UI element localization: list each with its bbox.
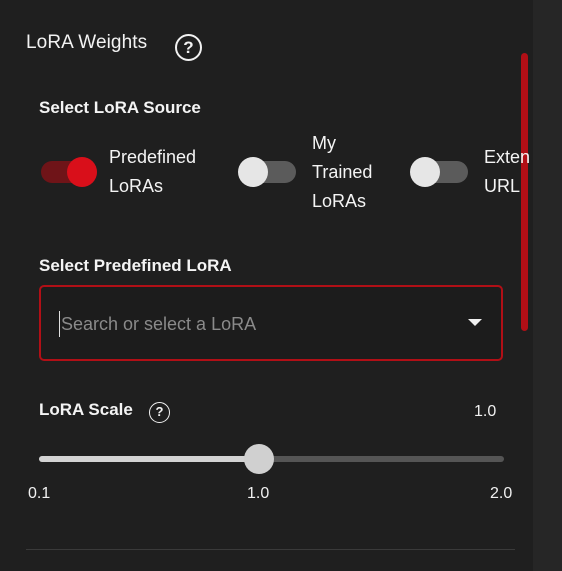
toggle-knob bbox=[67, 157, 97, 187]
lora-scale-slider-fill bbox=[39, 456, 260, 462]
slider-tick-min: 0.1 bbox=[28, 485, 51, 502]
toggle-label-predefined: Predefined LoRAs bbox=[109, 147, 197, 196]
lora-scale-label: LoRA Scale bbox=[39, 400, 133, 419]
lora-search-input[interactable] bbox=[59, 311, 441, 337]
slider-tick-mid: 1.0 bbox=[247, 485, 270, 502]
lora-scale-value: 1.0 bbox=[474, 403, 497, 420]
panel-gutter bbox=[533, 0, 562, 571]
toggle-label-external: Exten URL bbox=[484, 147, 531, 196]
panel-title: LoRA Weights bbox=[26, 32, 148, 53]
toggle-external-url[interactable] bbox=[410, 157, 468, 187]
lora-source-label: Select LoRA Source bbox=[39, 98, 201, 117]
toggle-label-trained: My Trained LoRAs bbox=[312, 133, 373, 211]
lora-weights-panel: LoRA Weights ? Select LoRA Source Predef… bbox=[0, 0, 562, 571]
predefined-lora-label: Select Predefined LoRA bbox=[39, 256, 232, 275]
lora-scale-slider-thumb[interactable] bbox=[244, 444, 275, 474]
toggle-my-trained-loras[interactable] bbox=[238, 157, 296, 187]
help-icon[interactable]: ? bbox=[149, 402, 170, 423]
toggle-predefined-loras[interactable] bbox=[41, 157, 97, 187]
lora-select[interactable] bbox=[39, 285, 503, 361]
caret-down-icon[interactable] bbox=[468, 319, 482, 326]
slider-tick-max: 2.0 bbox=[490, 485, 513, 502]
section-divider bbox=[26, 549, 515, 550]
toggle-knob bbox=[238, 157, 268, 187]
toggle-knob bbox=[410, 157, 440, 187]
help-icon[interactable]: ? bbox=[175, 34, 202, 61]
